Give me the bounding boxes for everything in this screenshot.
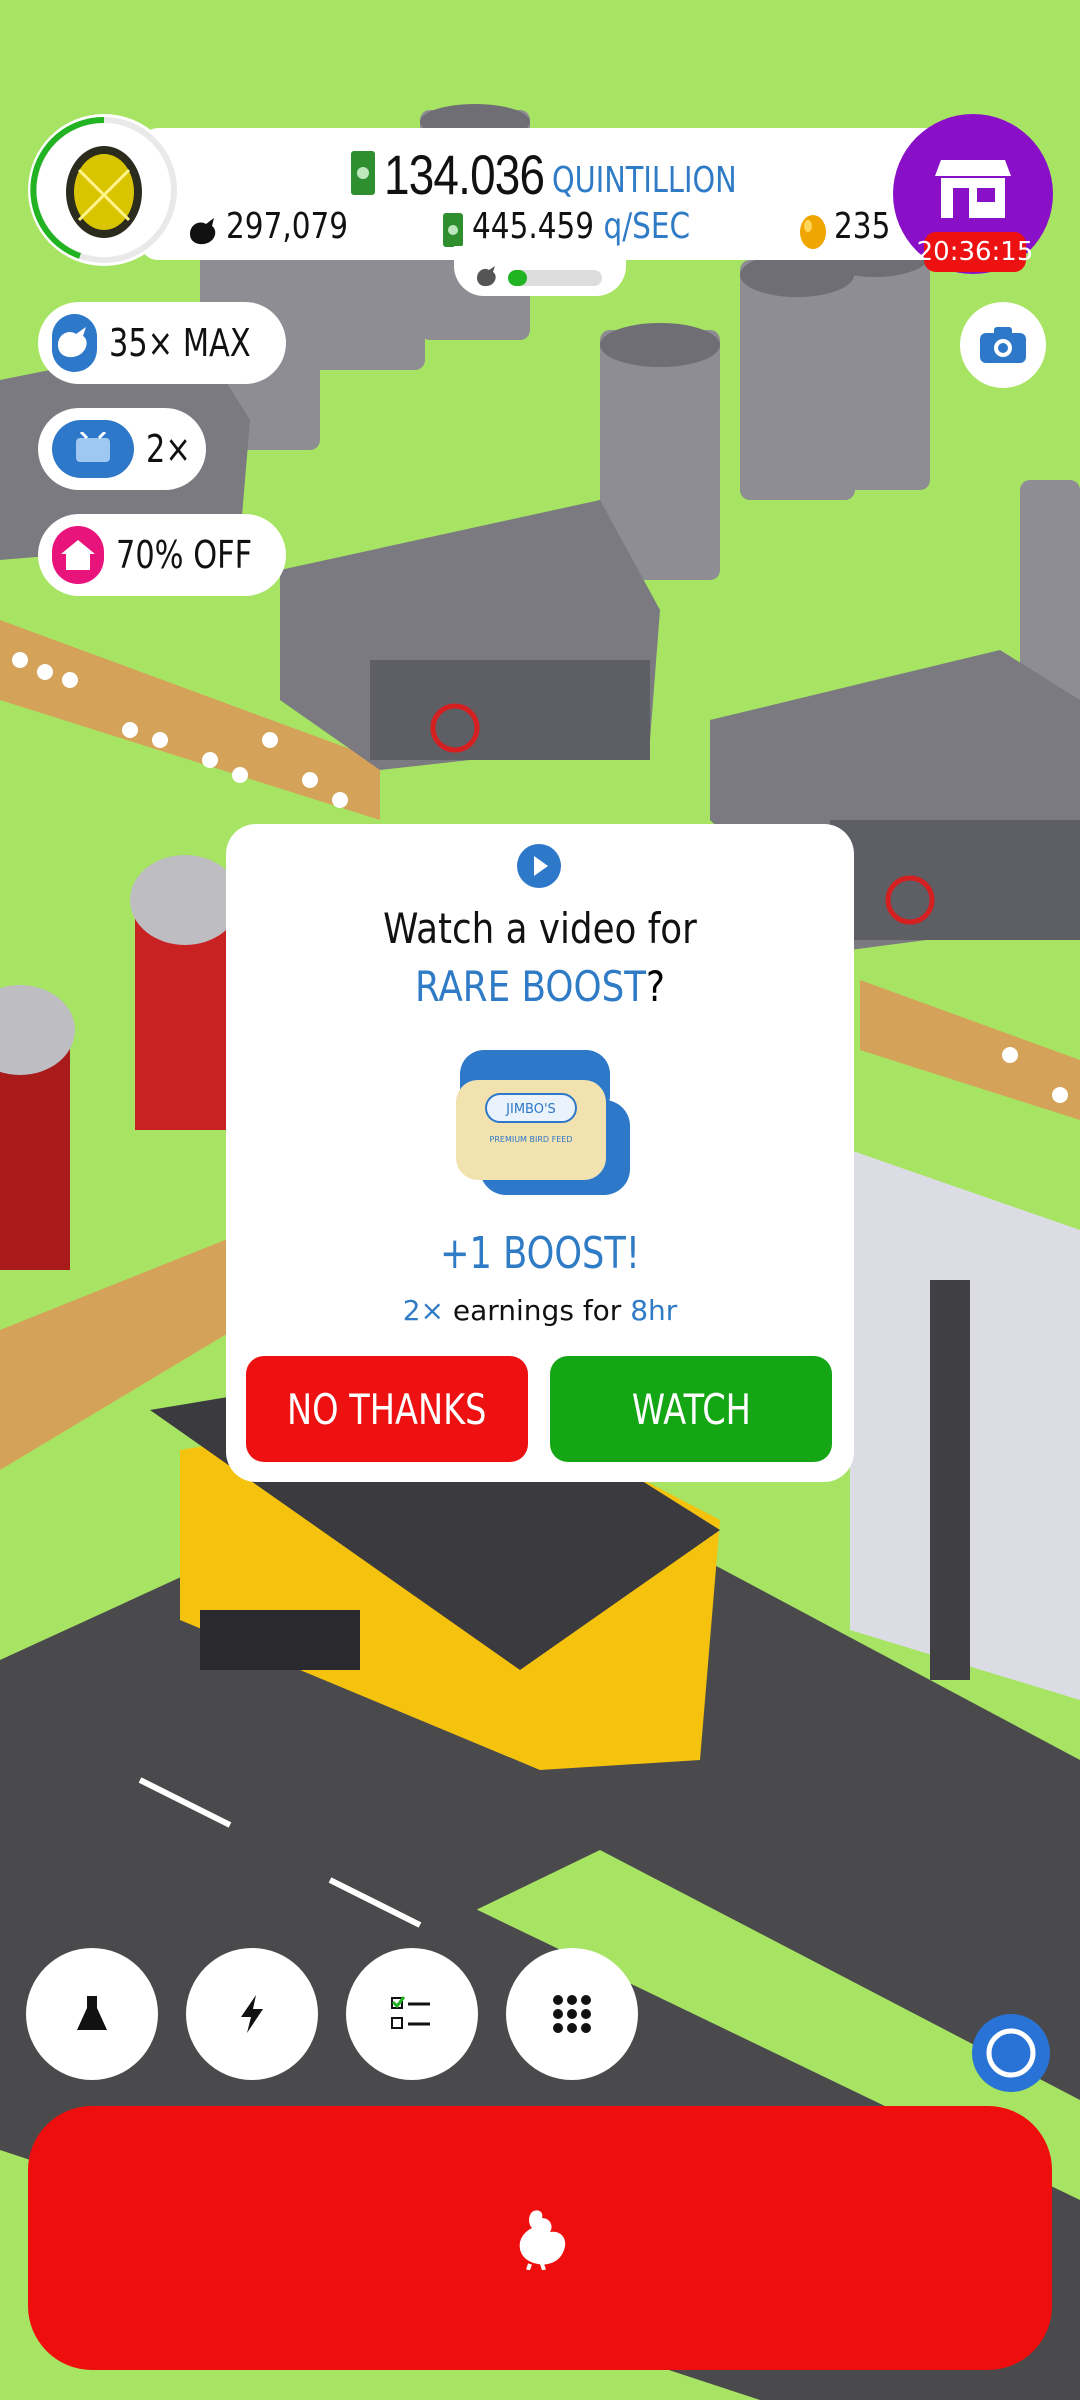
camera-button[interactable]: [960, 302, 1046, 388]
lightning-icon: [241, 1995, 263, 2033]
assistive-touch-button[interactable]: [972, 2014, 1050, 2092]
egg-progress-ring: [30, 116, 177, 263]
store-icon: [935, 160, 1011, 218]
brand-caption: PREMIUM BIRD FEED: [490, 1135, 573, 1144]
flask-icon: [77, 1996, 107, 2030]
watch-label: WATCH: [631, 1384, 751, 1434]
feed-bags-icon: JIMBO'S PREMIUM BIRD FEED: [456, 1050, 630, 1195]
earnings-duration: 8hr: [630, 1294, 678, 1327]
boost-pill-max[interactable]: 35× MAX: [38, 302, 286, 384]
no-thanks-label: NO THANKS: [287, 1384, 487, 1434]
earnings-text: earnings for: [452, 1294, 622, 1327]
chicken-icon: [52, 314, 97, 372]
hatchery-progress-bar: [508, 270, 602, 286]
subtitle-question: ?: [646, 962, 665, 1011]
hatchery-progress-fill: [508, 270, 527, 286]
money-unit: QUINTILLION: [552, 160, 737, 201]
watch-button[interactable]: WATCH: [550, 1356, 832, 1462]
checklist-icon: [391, 1996, 430, 2029]
dialog-subtitle: RARE BOOST?: [273, 962, 807, 1011]
dialog-title: Watch a video for: [383, 904, 697, 953]
chicken-count-icon: [190, 218, 216, 245]
earnings-multiplier: 2×: [402, 1294, 444, 1327]
tv-icon: [52, 420, 134, 478]
menu-button[interactable]: [506, 1948, 638, 2080]
grid-icon: [553, 1995, 591, 2033]
boost-label: 35× MAX: [108, 321, 251, 365]
boost-pill-discount[interactable]: 70% OFF: [38, 514, 286, 596]
boost-reward: +1 BOOST!: [440, 1228, 640, 1279]
money-value: 134.036: [384, 143, 545, 206]
hen-icon: [477, 266, 496, 287]
earnings-description: 2× earnings for 8hr: [226, 1294, 854, 1327]
boost-label: 70% OFF: [115, 533, 252, 577]
cash-icon: [351, 151, 375, 195]
egg-badge[interactable]: [28, 114, 180, 266]
boost-pill-video[interactable]: 2×: [38, 408, 206, 490]
chicken-icon: [519, 2210, 566, 2270]
income-value: 445.459: [472, 206, 595, 247]
income-cash-icon: [443, 213, 463, 247]
research-button[interactable]: [26, 1948, 158, 2080]
camera-icon: [980, 327, 1026, 363]
chicken-count: 297,079: [226, 206, 349, 247]
no-thanks-button[interactable]: NO THANKS: [246, 1356, 528, 1462]
missions-button[interactable]: [346, 1948, 478, 2080]
income-rate: 445.459 q/SEC: [472, 206, 690, 247]
hatch-chicken-button[interactable]: [28, 2106, 1052, 2370]
golden-egg-count: 235: [834, 206, 891, 247]
money-display: 134.036 QUINTILLION: [351, 142, 737, 207]
play-icon: [517, 844, 561, 888]
boosts-button[interactable]: [186, 1948, 318, 2080]
shop-timer: 20:36:15: [917, 232, 1033, 272]
house-icon: [52, 526, 104, 584]
income-unit: q/SEC: [603, 206, 691, 247]
brand-label: JIMBO'S: [505, 1102, 556, 1117]
boost-label: 2×: [146, 427, 191, 471]
rare-boost-label: RARE BOOST: [415, 962, 647, 1011]
golden-egg-icon: [800, 215, 826, 249]
